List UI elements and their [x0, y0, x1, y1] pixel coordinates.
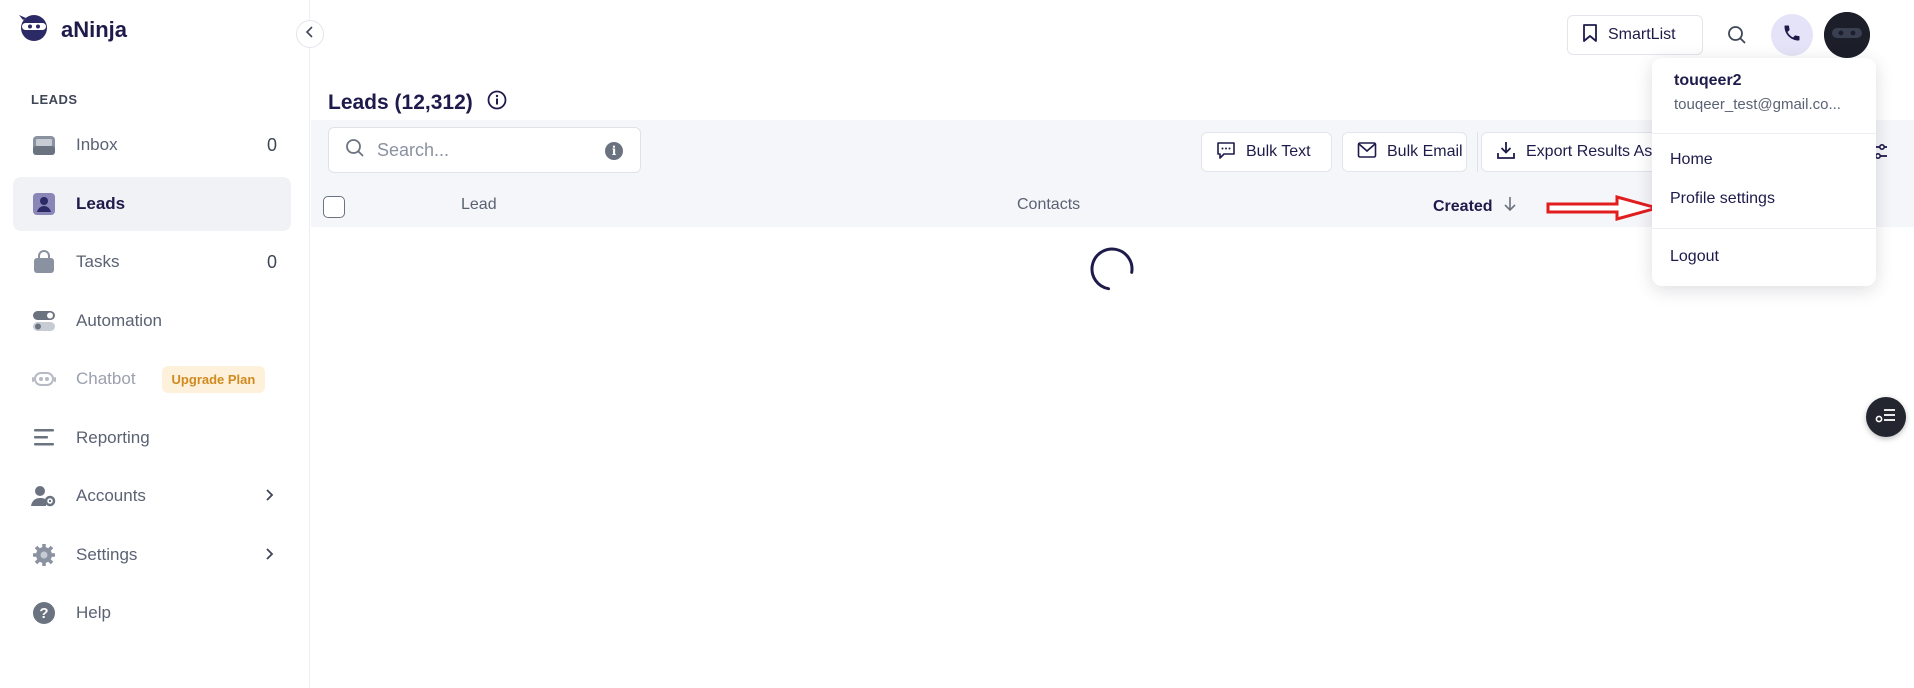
avatar-icon	[1824, 12, 1870, 58]
message-icon	[1216, 140, 1236, 165]
sidebar-item-label: Inbox	[76, 135, 118, 154]
menu-item-home[interactable]: Home	[1670, 151, 1713, 169]
checklist-icon	[1875, 405, 1897, 430]
sidebar-item-reporting[interactable]: Reporting	[13, 411, 291, 465]
select-all-checkbox[interactable]	[323, 196, 345, 218]
smartlist-button[interactable]: SmartList	[1567, 15, 1703, 55]
loading-spinner-icon	[1089, 246, 1135, 297]
sidebar-item-label: Reporting	[76, 428, 150, 447]
search-icon	[1727, 25, 1747, 50]
created-label: Created	[1433, 197, 1493, 215]
accounts-icon	[31, 483, 57, 509]
menu-item-logout[interactable]: Logout	[1670, 248, 1719, 266]
app-name: aNinja	[61, 16, 128, 42]
help-icon: ?	[31, 600, 57, 626]
tasks-icon	[31, 249, 57, 275]
column-header-contacts[interactable]: Contacts	[1017, 196, 1080, 214]
page-title-row: Leads (12,312)	[328, 90, 507, 115]
settings-icon	[31, 542, 57, 568]
sidebar-item-label: Tasks	[76, 252, 120, 271]
tasks-count: 0	[266, 251, 277, 272]
menu-divider	[1652, 133, 1876, 134]
bulk-text-button[interactable]: Bulk Text	[1201, 132, 1332, 172]
chatbot-icon	[31, 366, 57, 392]
global-search-button[interactable]	[1720, 20, 1754, 54]
user-menu-email: touqeer_test@gmail.co...	[1674, 96, 1841, 113]
bulk-text-label: Bulk Text	[1246, 143, 1311, 160]
floating-checklist-button[interactable]	[1866, 397, 1906, 437]
reporting-icon	[31, 425, 57, 451]
sidebar-item-inbox[interactable]: Inbox 0	[13, 118, 291, 172]
smartlist-label: SmartList	[1608, 26, 1676, 43]
ninja-logo-icon	[19, 12, 49, 47]
collapse-sidebar-button[interactable]	[296, 20, 324, 48]
phone-icon	[1782, 23, 1802, 48]
bulk-email-button[interactable]: Bulk Email	[1342, 132, 1467, 172]
user-menu-username: touqeer2	[1674, 72, 1742, 89]
page-title: Leads (12,312)	[328, 90, 473, 114]
sidebar-item-label: Accounts	[76, 486, 146, 505]
download-icon	[1496, 140, 1516, 165]
export-results-button[interactable]: Export Results As	[1481, 132, 1661, 172]
sidebar-item-label: Settings	[76, 545, 138, 564]
sidebar-item-chatbot[interactable]: Chatbot Upgrade Plan	[13, 352, 291, 406]
chevron-left-icon	[305, 25, 315, 43]
sort-descending-icon	[1503, 196, 1517, 217]
search-help-icon[interactable]: i	[605, 142, 623, 160]
leads-icon	[31, 191, 57, 217]
chevron-right-icon	[265, 488, 275, 507]
toolbar-divider	[1477, 132, 1478, 172]
sidebar-item-help[interactable]: ? Help	[13, 586, 291, 640]
bookmark-icon	[1582, 23, 1598, 47]
sidebar-item-leads[interactable]: Leads	[13, 177, 291, 231]
user-menu-dropdown: touqeer2 touqeer_test@gmail.co... Home P…	[1652, 58, 1876, 286]
sidebar-item-label: Chatbot	[76, 369, 136, 388]
brand[interactable]: aNinja	[19, 12, 127, 47]
search-input[interactable]	[377, 139, 597, 161]
sidebar-item-label: Leads	[76, 194, 126, 213]
mail-icon	[1357, 141, 1377, 164]
leads-search-box[interactable]: i	[328, 127, 641, 173]
user-avatar-button[interactable]	[1824, 12, 1870, 58]
sidebar-item-tasks[interactable]: Tasks 0	[13, 235, 291, 289]
sidebar: aNinja LEADS Inbox 0 Leads Tasks 0 Autom…	[0, 0, 310, 688]
sidebar-item-automation[interactable]: Automation	[13, 294, 291, 348]
info-icon[interactable]	[487, 90, 507, 115]
inbox-count: 0	[266, 134, 277, 155]
menu-item-profile-settings[interactable]: Profile settings	[1670, 190, 1775, 208]
export-label: Export Results As	[1526, 143, 1653, 160]
inbox-icon	[31, 132, 57, 158]
upgrade-plan-badge[interactable]: Upgrade Plan	[161, 365, 266, 393]
menu-divider	[1652, 228, 1876, 229]
sidebar-item-label: Help	[76, 603, 111, 622]
sidebar-item-accounts[interactable]: Accounts	[13, 469, 291, 523]
annotation-arrow-icon	[1545, 194, 1663, 227]
automation-icon	[31, 308, 57, 334]
section-label-leads: LEADS	[31, 92, 78, 107]
sidebar-item-label: Automation	[76, 311, 162, 330]
column-header-lead[interactable]: Lead	[461, 196, 497, 214]
sidebar-item-settings[interactable]: Settings	[13, 528, 291, 582]
phone-button[interactable]	[1771, 14, 1813, 56]
svg-text:?: ?	[39, 605, 48, 622]
chevron-right-icon	[265, 547, 275, 566]
search-icon	[345, 138, 365, 163]
bulk-email-label: Bulk Email	[1387, 143, 1463, 160]
column-header-created[interactable]: Created	[1433, 196, 1517, 217]
